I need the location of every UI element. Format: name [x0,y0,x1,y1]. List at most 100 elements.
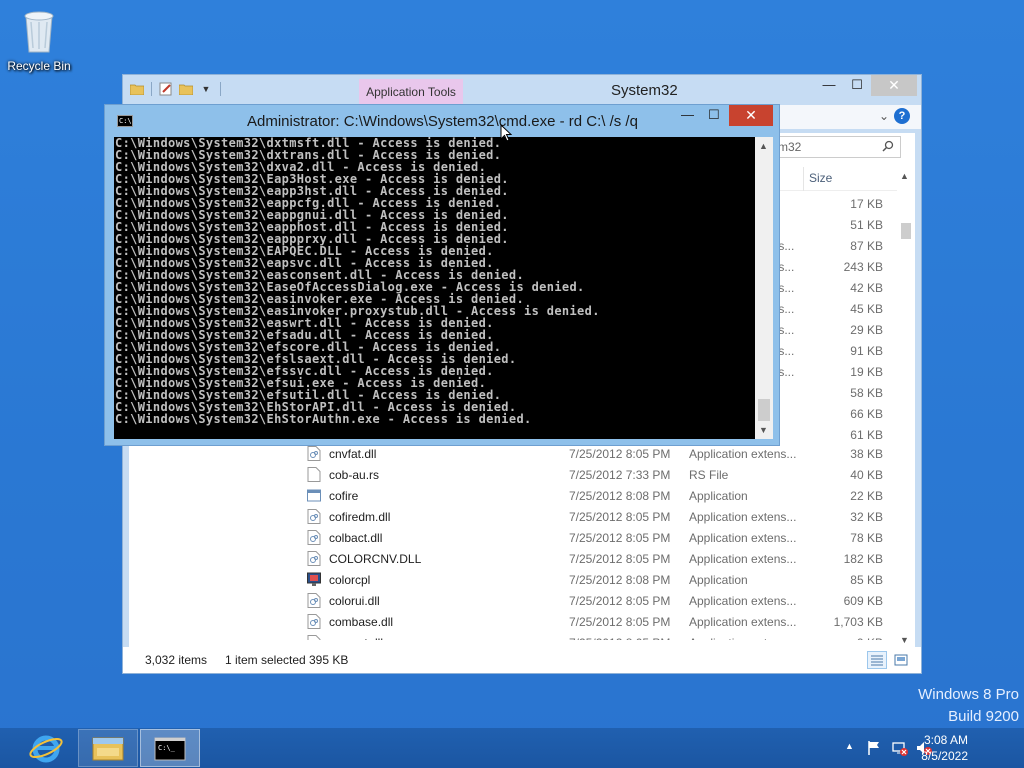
quick-access-toolbar: ▼ [129,81,223,97]
file-size: 609 KB [843,594,883,608]
cmd-minimize-button[interactable]: — [681,107,694,122]
file-size: 85 KB [850,573,883,587]
scroll-down-arrow-icon[interactable]: ▼ [759,425,768,435]
file-type: Application [689,489,748,503]
search-input[interactable]: m32 [773,136,901,158]
dll-icon [307,551,321,566]
mouse-pointer-icon [500,124,512,142]
app-icon [307,488,321,503]
file-list-scrollbar[interactable]: ▲ ▼ [897,167,915,647]
table-row[interactable]: colorcpl 7/25/2012 8:08 PM Application 85 K… [129,569,897,590]
file-name: cnvfat.dll [329,447,377,461]
folder-icon[interactable] [129,81,145,97]
file-size: 40 KB [850,468,883,482]
file-size: 61 KB [850,428,883,442]
show-hidden-icons-arrow-icon[interactable]: ▲ [845,741,854,768]
toolbar-separator [151,82,152,96]
explorer-maximize-button[interactable]: ☐ [843,75,871,96]
network-icon[interactable] [891,739,909,757]
file-name: comcat.dll [329,636,383,640]
file-size: 17 KB [850,197,883,211]
taskbar-clock[interactable]: 3:08 AM 8/5/2022 [921,732,968,764]
scrollbar-thumb[interactable] [901,223,911,239]
toolbar-separator [220,82,221,96]
file-name: combase.dll [329,615,394,629]
file-type: Application extens... [689,594,797,608]
scrollbar-thumb[interactable] [758,399,770,421]
table-row[interactable]: cofire 7/25/2012 8:08 PM Application 22 KB [129,485,897,506]
file-size: 87 KB [850,239,883,253]
size-column-header[interactable]: Size [809,171,832,185]
file-date: 7/25/2012 8:08 PM [569,489,671,503]
file-size: 32 KB [850,510,883,524]
customize-toolbar-chevron-icon[interactable]: ▼ [198,81,214,97]
file-size: 78 KB [850,531,883,545]
file-date: 7/25/2012 8:08 PM [569,573,671,587]
large-icons-view-icon [894,654,908,666]
file-date: 7/25/2012 8:05 PM [569,447,671,461]
cmd-app-icon[interactable]: C:\ [117,115,133,127]
file-date: 7/25/2012 8:05 PM [569,636,670,640]
table-row[interactable]: cnvfat.dll 7/25/2012 8:05 PM Application e… [129,443,897,464]
table-row[interactable]: combase.dll 7/25/2012 8:05 PM Application … [129,611,897,632]
file-date: 7/25/2012 8:05 PM [569,510,671,524]
help-icon[interactable]: ? [894,108,910,124]
file-date: 7/25/2012 8:05 PM [569,552,671,566]
file-type: RS File [689,468,729,482]
large-icons-view-button[interactable] [891,651,911,669]
cmd-maximize-button[interactable]: ☐ [708,107,720,123]
table-row[interactable]: comcat.dll 7/25/2012 8:05 PM Application e… [129,632,897,640]
table-row[interactable]: colorui.dll 7/25/2012 8:05 PM Application … [129,590,897,611]
dll-icon [307,509,321,524]
file-size: 66 KB [850,407,883,421]
taskbar-internet-explorer-button[interactable] [16,729,76,767]
cmd-window[interactable]: C:\ Administrator: C:\Windows\System32\c… [104,104,780,446]
explorer-titlebar[interactable]: ▼ Application Tools System32 — ☐ ✕ [123,75,921,105]
file-name: cob-au.rs [329,468,380,482]
console-output[interactable]: C:\Windows\System32\dxtmsft.dll - Access… [114,137,755,439]
item-count: 3,032 items [145,653,208,667]
file-size: 22 KB [850,489,883,503]
file-type: Application extens... [689,531,797,545]
clock-time: 3:08 AM [923,733,968,747]
expand-ribbon-chevron-icon[interactable]: ⌄ [879,109,889,123]
file-name: colorcpl [329,573,371,587]
application-tools-tab[interactable]: Application Tools [359,79,463,105]
file-date: 7/25/2012 8:05 PM [569,615,671,629]
taskbar-command-prompt-button[interactable]: C:\_ [140,729,200,767]
watermark-edition: Windows 8 Pro [918,686,1019,703]
taskbar-file-explorer-button[interactable] [78,729,138,767]
action-center-flag-icon[interactable] [865,739,883,757]
table-row[interactable]: COLORCNV.DLL 7/25/2012 8:05 PM Application… [129,548,897,569]
file-size: 58 KB [850,386,883,400]
scroll-up-arrow-icon[interactable]: ▲ [759,141,768,151]
recycle-bin-shortcut[interactable]: Recycle Bin [4,6,74,73]
cmd-close-button[interactable]: ✕ [729,105,773,126]
new-folder-icon[interactable] [178,81,194,97]
table-row[interactable]: cob-au.rs 7/25/2012 7:33 PM RS File 40 KB [129,464,897,485]
details-view-button[interactable] [867,651,887,669]
file-type: Application extens... [689,510,797,524]
command-prompt-icon: C:\_ [154,737,186,761]
file-size: 91 KB [850,344,883,358]
scroll-up-arrow-icon[interactable]: ▲ [900,171,909,181]
explorer-close-button[interactable]: ✕ [871,75,917,96]
selection-status: 1 item selected [225,653,306,667]
column-divider[interactable] [803,167,804,191]
file-list: cnvfat.dll 7/25/2012 8:05 PM Application e… [129,443,897,640]
svg-text:C:\_: C:\_ [158,744,176,752]
console-scrollbar[interactable]: ▲ ▼ [755,137,773,439]
monitor-icon [307,572,321,587]
windows-watermark: Windows 8 Pro Build 9200 [918,684,1019,728]
file-type: Application extens... [689,615,797,629]
explorer-minimize-button[interactable]: — [815,75,843,96]
explorer-title: System32 [611,82,678,99]
table-row[interactable]: colbact.dll 7/25/2012 8:05 PM Application … [129,527,897,548]
properties-icon[interactable] [158,81,174,97]
table-row[interactable]: cofiredm.dll 7/25/2012 8:05 PM Application… [129,506,897,527]
dll-icon [307,635,321,640]
file-name: COLORCNV.DLL [329,552,422,566]
search-icon[interactable] [882,140,894,152]
scroll-down-arrow-icon[interactable]: ▼ [900,635,909,645]
dll-icon [307,446,321,461]
